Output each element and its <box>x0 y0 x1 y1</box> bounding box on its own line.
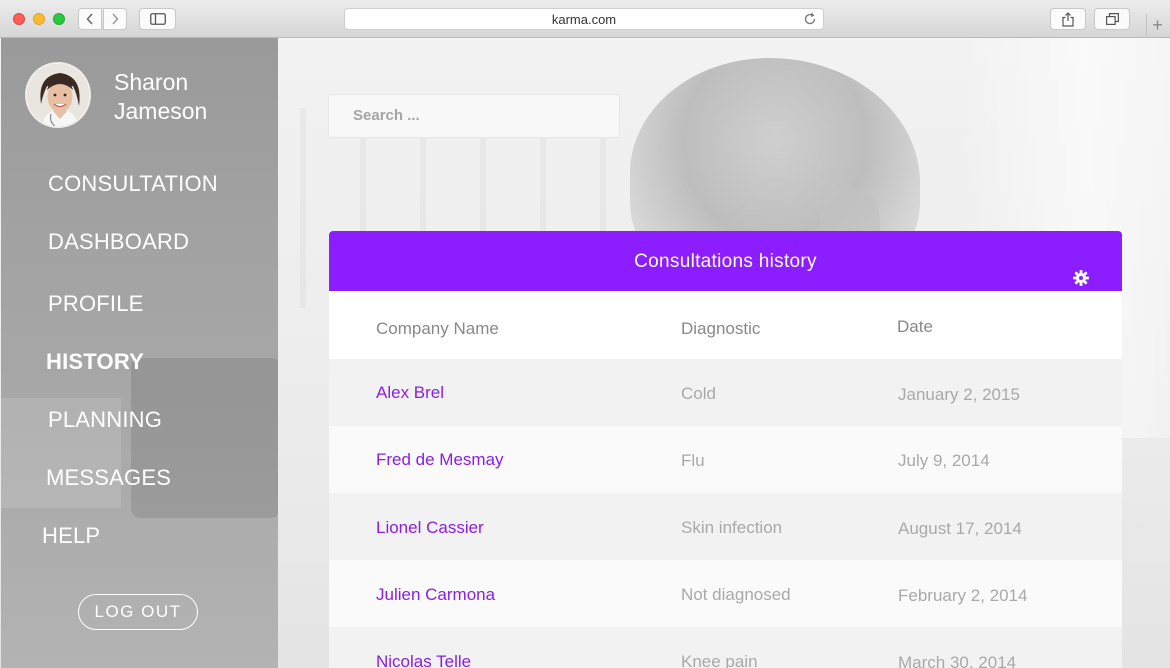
table-header: Company Name Diagnostic Date <box>329 291 1122 359</box>
date-cell: March 30, 2014 <box>898 653 1017 668</box>
patient-name-link[interactable]: Lionel Cassier <box>376 518 484 538</box>
diagnostic-cell: Flu <box>681 451 705 470</box>
back-button[interactable] <box>78 8 102 30</box>
share-icon <box>1062 11 1074 27</box>
reload-icon[interactable] <box>803 12 817 29</box>
forward-button[interactable] <box>103 8 127 30</box>
nav-item-history[interactable]: HISTORY <box>46 349 144 375</box>
tabs-icon <box>1105 13 1119 25</box>
column-header-diagnostic[interactable]: Diagnostic <box>681 319 760 339</box>
avatar-photo <box>27 64 89 126</box>
date-cell: August 17, 2014 <box>898 519 1022 538</box>
patient-name-link[interactable]: Julien Carmona <box>376 585 495 605</box>
sidebar-toggle-button[interactable] <box>139 8 176 30</box>
logout-button[interactable]: LOG OUT <box>78 594 198 630</box>
user-name: Sharon Jameson <box>114 68 207 126</box>
table-row[interactable]: Lionel Cassier Skin infection August 17,… <box>329 493 1122 560</box>
date-cell: January 2, 2015 <box>898 385 1020 404</box>
minimize-window-button[interactable] <box>33 13 45 25</box>
consultations-panel: Consultations history Company Name Diagn… <box>329 231 1122 668</box>
patient-name-link[interactable]: Nicolas Telle <box>376 652 471 668</box>
sidebar: Sharon Jameson CONSULTATION DASHBOARD PR… <box>1 38 278 668</box>
diagnostic-cell: Cold <box>681 384 716 403</box>
nav-item-planning[interactable]: PLANNING <box>48 407 162 433</box>
diagnostic-cell: Knee pain <box>681 652 758 668</box>
nav-item-help[interactable]: HELP <box>42 523 100 549</box>
nav-item-dashboard[interactable]: DASHBOARD <box>48 229 189 255</box>
search-input[interactable] <box>328 94 620 138</box>
chevron-right-icon <box>112 13 119 25</box>
avatar[interactable] <box>25 62 91 128</box>
date-cell: July 9, 2014 <box>898 451 990 470</box>
date-cell: February 2, 2014 <box>898 586 1028 605</box>
table-row[interactable]: Julien Carmona Not diagnosed February 2,… <box>329 560 1122 627</box>
panel-header: Consultations history <box>329 231 1122 291</box>
zoom-window-button[interactable] <box>53 13 65 25</box>
patient-name-link[interactable]: Alex Brel <box>376 383 444 403</box>
diagnostic-cell: Skin infection <box>681 518 783 537</box>
close-window-button[interactable] <box>13 13 25 25</box>
table-row[interactable]: Alex Brel Cold January 2, 2015 <box>329 359 1122 426</box>
table-row[interactable]: Fred de Mesmay Flu July 9, 2014 <box>329 426 1122 493</box>
patient-name-link[interactable]: Fred de Mesmay <box>376 450 504 470</box>
address-bar[interactable]: karma.com <box>344 8 824 30</box>
chevron-left-icon <box>86 13 93 25</box>
column-header-company-name[interactable]: Company Name <box>376 319 499 339</box>
new-tab-button[interactable]: + <box>1146 14 1168 38</box>
user-last-name: Jameson <box>114 98 208 124</box>
sidebar-icon <box>149 13 166 25</box>
column-header-date[interactable]: Date <box>897 317 933 337</box>
user-first-name: Sharon <box>114 69 189 95</box>
nav-item-profile[interactable]: PROFILE <box>48 291 144 317</box>
nav-item-consultation[interactable]: CONSULTATION <box>48 171 218 197</box>
table-row[interactable]: Nicolas Telle Knee pain March 30, 2014 <box>329 627 1122 668</box>
nav-item-messages[interactable]: MESSAGES <box>46 465 171 491</box>
share-button[interactable] <box>1050 8 1086 30</box>
panel-title: Consultations history <box>634 251 817 272</box>
browser-toolbar: karma.com + <box>0 0 1170 38</box>
tabs-overview-button[interactable] <box>1094 8 1130 30</box>
diagnostic-cell: Not diagnosed <box>681 585 791 604</box>
url-text: karma.com <box>551 11 617 27</box>
sidebar-background-detail <box>131 358 278 518</box>
